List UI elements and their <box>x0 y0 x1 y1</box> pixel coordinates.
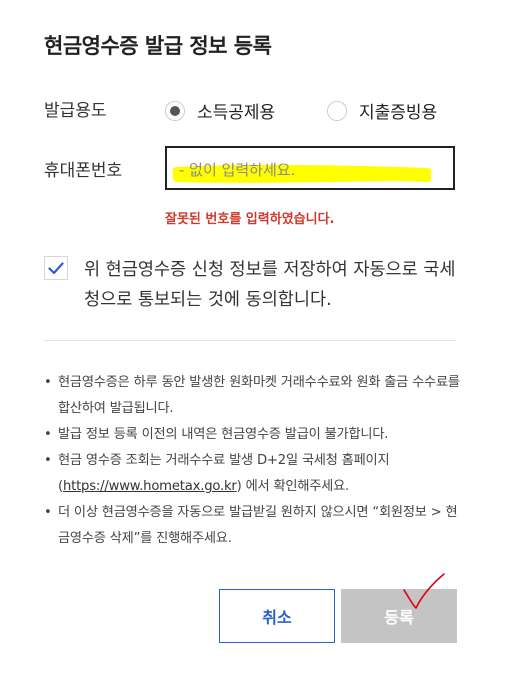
consent-text: 위 현금영수증 신청 정보를 저장하여 자동으로 국세청으로 통보되는 것에 동… <box>84 260 456 310</box>
divider <box>44 340 456 341</box>
dialog-title: 현금영수증 발급 정보 등록 <box>44 34 272 58</box>
cash-receipt-dialog: 현금영수증 발급 정보 등록 발급용도 소득공제용 지출증빙용 휴대폰번호 - … <box>0 0 506 681</box>
bullet-icon: • <box>44 453 52 468</box>
notice-item: • 현금영수증은 하루 동안 발생한 원화마켓 거래수수료와 원화 출금 수수료… <box>44 370 464 422</box>
phone-input[interactable] <box>167 148 453 188</box>
error-message: 잘못된 번호를 입력하였습니다. <box>165 212 335 227</box>
radio-dot <box>170 105 180 116</box>
notice-item: • 더 이상 현금영수증을 자동으로 발급받길 원하지 않으시면 “회원정보 >… <box>44 500 464 552</box>
notice-text: 발급 정보 등록 이전의 내역은 현금영수증 발급이 불가합니다. <box>58 427 389 442</box>
bullet-icon: • <box>44 505 52 520</box>
radio-circle-unselected[interactable] <box>327 100 347 121</box>
bullet-icon: • <box>44 427 52 442</box>
radio-label-expense-proof: 지출증빙용 <box>359 103 438 123</box>
bullet-icon: • <box>44 375 52 390</box>
notice-item: • 현금 영수증 조회는 거래수수료 발생 D+2일 국세청 홈페이지 (htt… <box>44 448 464 500</box>
notice-text: 더 이상 현금영수증을 자동으로 발급받길 원하지 않으시면 “회원정보 > 현… <box>58 505 458 546</box>
radio-label-income-deduction: 소득공제용 <box>197 103 276 123</box>
cancel-button[interactable]: 취소 <box>219 589 335 643</box>
notice-item: • 발급 정보 등록 이전의 내역은 현금영수증 발급이 불가합니다. <box>44 422 464 448</box>
consent-checkbox[interactable] <box>44 256 68 280</box>
radio-expense-proof[interactable]: 지출증빙용 <box>327 98 437 123</box>
hometax-link[interactable]: https://www.hometax.go.kr <box>63 479 237 494</box>
submit-button[interactable]: 등록 <box>341 589 457 643</box>
radio-income-deduction[interactable]: 소득공제용 <box>165 98 275 123</box>
radio-circle-selected[interactable] <box>165 100 185 121</box>
notice-list: • 현금영수증은 하루 동안 발생한 원화마켓 거래수수료와 원화 출금 수수료… <box>44 370 464 552</box>
notice-text-after-link: ) 에서 확인해주세요. <box>236 479 350 494</box>
phone-label: 휴대폰번호 <box>44 161 123 181</box>
phone-field[interactable]: - 없이 입력하세요. <box>165 146 455 190</box>
notice-text: 현금영수증은 하루 동안 발생한 원화마켓 거래수수료와 원화 출금 수수료를 … <box>58 375 460 416</box>
usage-label: 발급용도 <box>44 101 107 121</box>
check-icon <box>48 261 64 274</box>
